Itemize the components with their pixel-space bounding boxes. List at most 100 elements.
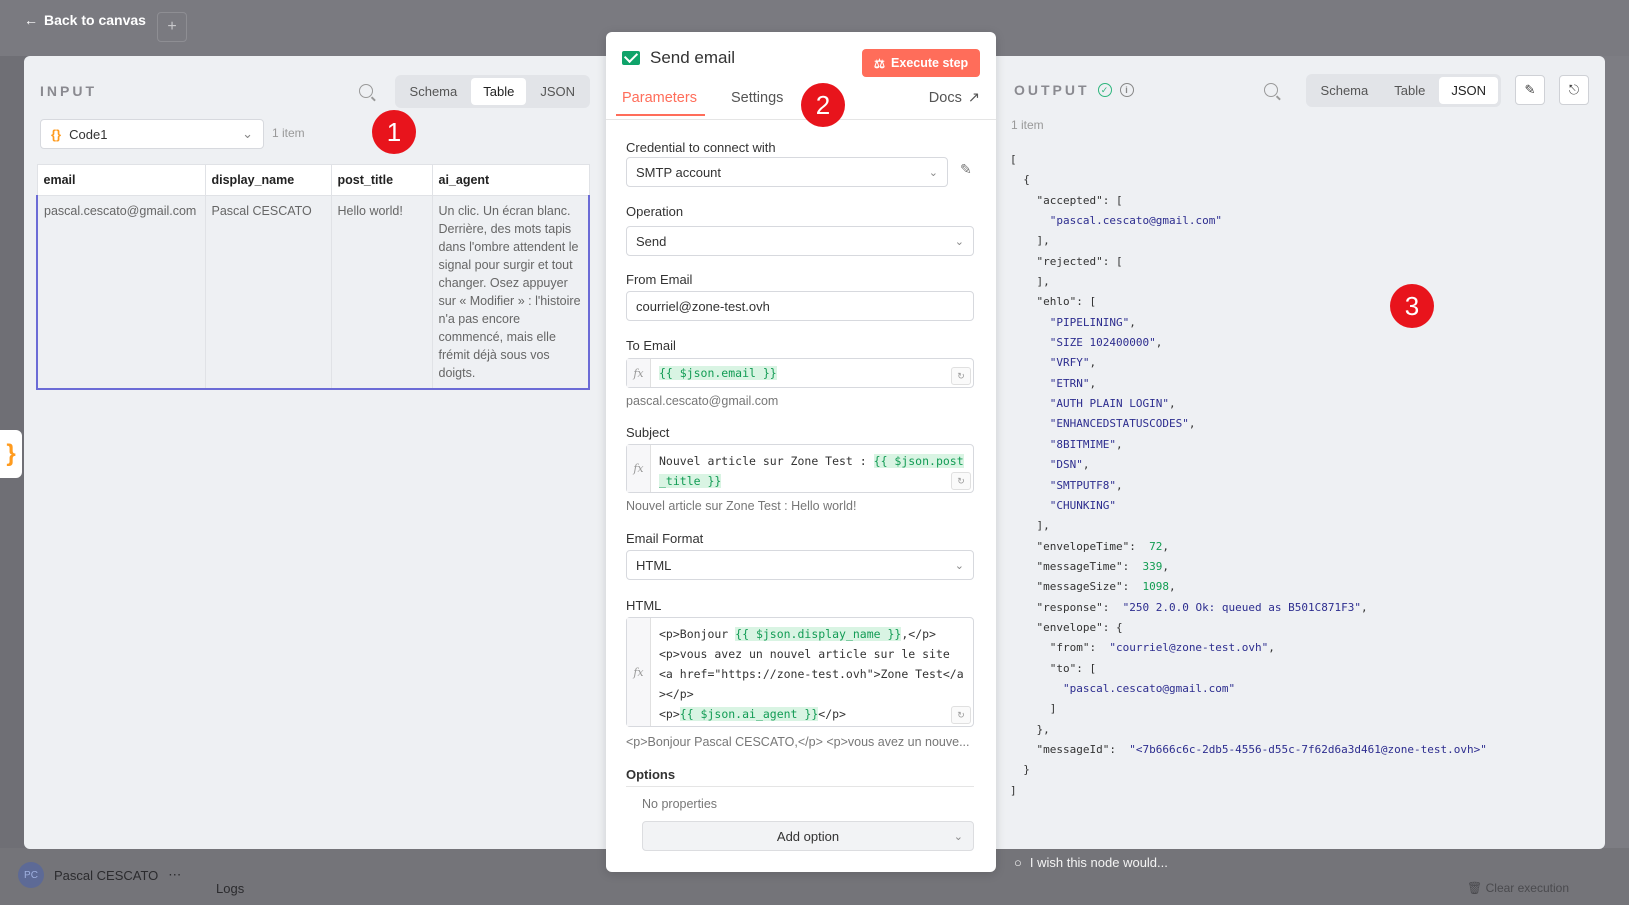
cell-display-name[interactable]: Pascal CESCATO: [205, 195, 332, 390]
html-line-3: <a href="https://zone-test.ovh">Zone Tes…: [659, 667, 964, 701]
execute-step-button[interactable]: ⚖ Execute step: [862, 49, 980, 77]
json-message-time: 339: [1142, 559, 1163, 573]
json-string-value: "ETRN": [1049, 376, 1090, 390]
output-json-viewer[interactable]: [ { "accepted": [ "pascal.cescato@gmail.…: [1010, 150, 1487, 801]
chevron-down-icon: ⌄: [242, 126, 253, 141]
json-string-value: "ENHANCEDSTATUSCODES": [1049, 417, 1189, 431]
docs-label: Docs: [928, 90, 962, 106]
annotation-badge-3: 3: [1390, 284, 1434, 328]
html-field[interactable]: fx <p>Bonjour {{ $json.display_name }},<…: [626, 617, 974, 727]
output-view-schema[interactable]: Schema: [1309, 77, 1381, 104]
add-option-button[interactable]: Add option ⌄: [642, 821, 974, 851]
json-accepted-0: "pascal.cescato@gmail.com": [1049, 214, 1222, 228]
cell-ai-agent[interactable]: Un clic. Un écran blanc. Derrière, des m…: [432, 195, 590, 390]
add-button[interactable]: +: [157, 12, 187, 42]
subject-field[interactable]: fx Nouvel article sur Zone Test : {{ $js…: [626, 444, 974, 493]
input-view-table[interactable]: Table: [471, 77, 527, 105]
column-header-email[interactable]: email: [36, 164, 206, 196]
operation-value: Send: [636, 233, 667, 249]
search-icon[interactable]: [358, 84, 373, 98]
trash-icon: 🗑: [1467, 881, 1483, 895]
column-header-ai-agent[interactable]: ai_agent: [431, 164, 590, 196]
fx-icon: fx: [627, 359, 651, 387]
logs-tab[interactable]: Logs: [216, 881, 244, 896]
input-node-name: Code1: [69, 126, 108, 142]
no-properties-text: No properties: [642, 797, 718, 811]
input-view-switch: Schema Table JSON: [394, 74, 590, 108]
user-menu[interactable]: PC Pascal CESCATO ⋯: [18, 862, 181, 888]
json-response: "250 2.0.0 Ok: queued as B501C871F3": [1122, 600, 1362, 614]
email-format-select[interactable]: HTML ⌄: [626, 550, 974, 580]
json-string-value: "PIPELINING": [1049, 315, 1130, 329]
json-string-value: "SIZE 102400000": [1049, 336, 1156, 350]
input-table: email display_name post_title ai_agent p…: [36, 164, 590, 390]
output-view-json[interactable]: JSON: [1439, 76, 1498, 104]
credential-value: SMTP account: [636, 164, 722, 180]
expand-icon[interactable]: ↻: [951, 706, 971, 724]
pin-icon: ⎋: [1568, 82, 1580, 97]
more-icon[interactable]: ⋯: [168, 867, 181, 883]
curly-braces-icon: {}: [51, 126, 62, 142]
lightbulb-icon: ○: [1014, 855, 1022, 870]
output-view-table[interactable]: Table: [1382, 77, 1437, 104]
back-to-canvas-link[interactable]: ← Back to canvas: [24, 12, 146, 28]
node-title[interactable]: Send email: [650, 48, 735, 68]
json-envelope-from: "courriel@zone-test.ovh": [1109, 641, 1269, 655]
search-icon[interactable]: [1263, 83, 1278, 97]
info-icon[interactable]: i: [1119, 83, 1134, 97]
output-view-switch: Schema Table JSON: [1305, 73, 1501, 107]
input-header: INPUT Schema Table JSON: [40, 74, 590, 108]
operation-select[interactable]: Send ⌄: [626, 226, 974, 256]
output-item-count: 1 item: [1011, 118, 1044, 132]
expand-icon[interactable]: ↻: [951, 472, 971, 490]
clear-execution-label: Clear execution: [1485, 881, 1569, 895]
column-header-display-name[interactable]: display_name: [204, 164, 332, 196]
pin-data-button[interactable]: ⎋: [1559, 75, 1589, 105]
input-view-json[interactable]: JSON: [528, 78, 587, 105]
to-email-label: To Email: [626, 338, 676, 353]
arrow-left-icon: ←: [24, 12, 38, 28]
to-email-field[interactable]: fx {{ $json.email }} ↻: [626, 358, 974, 388]
tab-parameters[interactable]: Parameters: [616, 90, 705, 116]
fx-icon: fx: [627, 618, 651, 726]
json-envelope-time: 72: [1149, 539, 1163, 553]
html-label: HTML: [626, 598, 662, 613]
credential-select[interactable]: SMTP account ⌄: [626, 157, 948, 187]
code-node-icon[interactable]: }: [0, 430, 22, 478]
json-envelope-to: "pascal.cescato@gmail.com": [1062, 681, 1236, 695]
back-to-canvas-label: Back to canvas: [44, 12, 146, 28]
node-header: Send email: [622, 48, 735, 68]
column-header-post-title[interactable]: post_title: [330, 164, 433, 196]
annotation-badge-1: 1: [372, 110, 416, 154]
email-format-label: Email Format: [626, 531, 704, 546]
feedback-link[interactable]: ○ I wish this node would...: [1014, 855, 1168, 870]
from-email-label: From Email: [626, 272, 693, 287]
json-string-value: "DSN": [1049, 458, 1083, 472]
clear-execution-button[interactable]: 🗑 Clear execution: [1467, 881, 1569, 895]
fx-icon: fx: [627, 445, 651, 492]
subject-label: Subject: [626, 425, 670, 440]
input-view-schema[interactable]: Schema: [398, 78, 470, 105]
tab-settings[interactable]: Settings: [731, 90, 783, 106]
expand-icon[interactable]: ↻: [951, 367, 971, 385]
input-item-count: 1 item: [272, 126, 305, 140]
edit-output-button[interactable]: ✎: [1515, 75, 1545, 105]
execute-step-label: Execute step: [891, 56, 969, 70]
input-node-select[interactable]: {} Code1 ⌄: [40, 119, 264, 149]
options-label: Options: [626, 767, 676, 782]
json-message-size: 1098: [1142, 580, 1169, 594]
docs-link[interactable]: Docs ↗: [929, 90, 980, 106]
chevron-down-icon: ⌄: [954, 235, 964, 248]
chevron-down-icon: ⌄: [953, 830, 963, 843]
pencil-icon: ✎: [1524, 82, 1536, 97]
from-email-field[interactable]: courriel@zone-test.ovh: [626, 291, 974, 321]
pencil-icon[interactable]: ✎: [960, 161, 972, 178]
email-format-value: HTML: [636, 557, 672, 573]
flask-icon: ⚖: [873, 56, 886, 71]
email-icon: [622, 51, 640, 65]
annotation-badge-2: 2: [801, 83, 845, 127]
json-string-value: "VRFY": [1049, 356, 1090, 370]
cell-email[interactable]: pascal.cescato@gmail.com: [36, 195, 206, 390]
cell-post-title[interactable]: Hello world!: [331, 195, 433, 390]
output-header: OUTPUT ✓ i Schema Table JSON ✎ ⎋: [1014, 73, 1589, 107]
